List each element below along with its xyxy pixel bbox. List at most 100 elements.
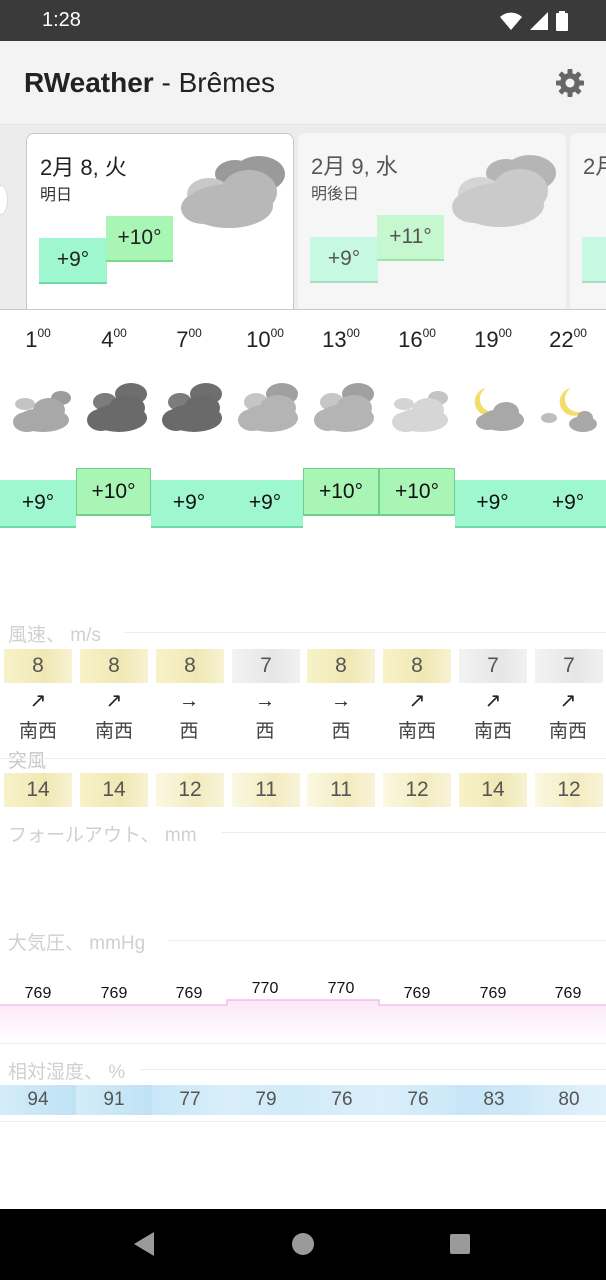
divider: [0, 1043, 606, 1044]
wind-speed: 7: [535, 649, 603, 683]
pressure-value: 770: [327, 980, 355, 997]
divider: [222, 832, 606, 833]
hour-label: 100: [25, 326, 51, 352]
wind-speed: 8: [4, 649, 72, 683]
hour-temp: +9°: [455, 480, 530, 528]
hour-label: 700: [176, 326, 202, 352]
wind-direction-row: ↗ 南西 ↗ 南西 → 西 → 西 → 西 ↗ 南西 ↗ 南西 ↗ 南西: [0, 690, 606, 743]
divider: [140, 1069, 606, 1070]
pressure-value: 769: [403, 985, 431, 1002]
hour-label: 1600: [398, 326, 436, 352]
wind-speed: 8: [307, 649, 375, 683]
pressure-value: 769: [24, 985, 52, 1002]
humidity-value: 76: [380, 1085, 456, 1115]
wind-speed: 8: [80, 649, 148, 683]
wind-arrow-icon: ↗: [408, 690, 426, 712]
humidity-row: 94 91 77 79 76 76 83 80: [0, 1085, 606, 1115]
signal-icon: [530, 12, 548, 30]
wind-label: 風速、 m/s: [8, 625, 101, 646]
light-cloud-icon: [392, 391, 448, 432]
gust-value: 14: [80, 773, 148, 807]
divider: [125, 632, 606, 633]
moon-cloud-icon: [541, 388, 597, 432]
day-date: 2月: [583, 154, 606, 179]
status-time: 1:28: [42, 9, 81, 31]
hour-temp: +10°: [379, 468, 455, 516]
hour-label: 1000: [246, 326, 284, 352]
overcast-icon: [87, 383, 147, 432]
recents-icon[interactable]: [449, 1231, 471, 1257]
hour-temp: +10°: [76, 468, 151, 516]
humidity-value: 83: [456, 1085, 532, 1115]
gear-icon[interactable]: [554, 67, 586, 99]
wind-direction: ↗ 南西: [530, 690, 606, 743]
hourly-times: 100 400 700 1000 1300 1600 1900 2200: [0, 326, 606, 356]
hour-temp: +10°: [303, 468, 379, 516]
app-name: RWeather: [24, 67, 154, 98]
hour-label: 1900: [474, 326, 512, 352]
hour-temp: +9°: [227, 480, 303, 528]
humidity-label: 相対湿度、 %: [8, 1062, 126, 1083]
hour-label: 2200: [549, 326, 587, 352]
humidity-value: 79: [228, 1085, 304, 1115]
humidity-value: 94: [0, 1085, 76, 1115]
wind-direction: → 西: [227, 690, 303, 743]
divider: [0, 758, 606, 759]
day-card[interactable]: 2月 9, 水 明後日 +9° +11°: [298, 133, 566, 309]
hour-temp: +9°: [530, 480, 606, 528]
pressure-value: 769: [479, 985, 507, 1002]
hourly-temps: +9° +10° +9° +9° +10° +10° +9° +9°: [0, 466, 606, 530]
divider: [168, 940, 606, 941]
cloudy-icon: [238, 383, 298, 432]
home-icon[interactable]: [291, 1231, 315, 1257]
day-card-selected[interactable]: 2月 8, 火 明日 +9° +10°: [26, 133, 294, 309]
wind-arrow-icon: →: [179, 690, 199, 712]
wind-arrow-icon: →: [255, 690, 275, 712]
wind-speed: 8: [383, 649, 451, 683]
pressure-value: 770: [251, 980, 279, 997]
day-low-temp: +9°: [310, 237, 378, 283]
wind-direction: ↗ 南西: [76, 690, 152, 743]
cloudy-icon: [13, 391, 71, 432]
day-relative: 明後日: [311, 186, 360, 203]
nav-bar: [0, 1209, 606, 1280]
day-date: 2月 8, 火: [40, 155, 127, 180]
pressure-value: 769: [554, 985, 582, 1002]
wind-speed: 7: [459, 649, 527, 683]
day-date: 2月 9, 水: [311, 154, 398, 179]
wind-arrow-icon: ↗: [484, 690, 502, 712]
pressure-value: 769: [100, 985, 128, 1002]
cloudy-icon: [181, 156, 285, 228]
wind-speed-row: 8 8 8 7 8 8 7 7: [0, 649, 606, 683]
back-icon[interactable]: [132, 1231, 156, 1257]
day-high-temp: +10°: [106, 216, 173, 262]
day-low-temp: +9°: [39, 238, 107, 284]
gust-value: 11: [307, 773, 375, 807]
gust-value: 12: [535, 773, 603, 807]
humidity-value: 76: [304, 1085, 380, 1115]
wind-speed: 8: [156, 649, 224, 683]
day-card[interactable]: 2月 +: [570, 133, 606, 309]
hour-label: 400: [101, 326, 127, 352]
wind-arrow-icon: →: [331, 690, 351, 712]
hourly-icons: [0, 376, 606, 440]
pressure-label: 大気圧、 mmHg: [8, 933, 146, 954]
day-strip[interactable]: 2月 8, 火 明日 +9° +10° 2月 9, 水 明後日 +9° +11°…: [0, 125, 606, 310]
wind-direction: ↗ 南西: [455, 690, 531, 743]
day-low-temp: +: [582, 237, 606, 283]
divider: [0, 1121, 606, 1122]
status-bar: 1:28: [0, 0, 606, 41]
wind-direction: ↗ 南西: [0, 690, 76, 743]
day-high-temp: +11°: [377, 215, 444, 261]
prev-day-edge[interactable]: [0, 185, 8, 215]
gust-value: 11: [232, 773, 300, 807]
precip-label: フォールアウト、 mm: [8, 825, 197, 846]
humidity-value: 80: [532, 1085, 606, 1115]
title-separator: -: [153, 67, 179, 98]
wind-direction: ↗ 南西: [379, 690, 455, 743]
battery-icon: [556, 11, 568, 31]
humidity-value: 91: [76, 1085, 152, 1115]
wifi-icon: [500, 12, 522, 30]
cloudy-icon: [314, 383, 374, 432]
cloudy-icon: [452, 155, 556, 227]
